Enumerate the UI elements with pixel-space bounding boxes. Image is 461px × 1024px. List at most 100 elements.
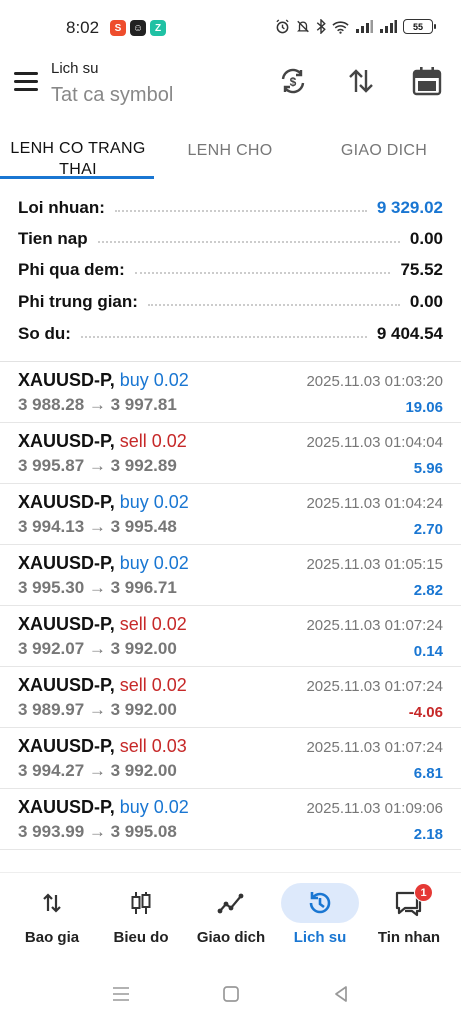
- trade-row[interactable]: XAUUSD-P, sell 0.02 3 992.07 → 3 992.00 …: [0, 606, 461, 667]
- symbol-filter[interactable]: Tat ca symbol: [51, 84, 173, 107]
- trade-side: buy 0.02: [119, 553, 189, 573]
- trade-time: 2025.11.03 01:04:04: [306, 434, 443, 451]
- tab-bar: LENH CO TRANG THAI LENH CHO GIAO DICH: [0, 138, 461, 180]
- trade-time: 2025.11.03 01:07:24: [306, 678, 443, 695]
- shopee-app-icon: S: [110, 20, 126, 36]
- messenger-app-icon: ☺: [130, 20, 146, 36]
- trade-symbol: XAUUSD-P, sell 0.02: [18, 614, 187, 635]
- currency-sync-button[interactable]: $: [276, 64, 310, 98]
- symbol-text: XAUUSD-P,: [18, 431, 115, 451]
- tab-deals[interactable]: GIAO DICH: [314, 140, 454, 182]
- home-icon: [223, 986, 239, 1002]
- trade-side: buy 0.02: [119, 370, 189, 390]
- symbol-text: XAUUSD-P,: [18, 797, 115, 817]
- nav-icon-wrap: [192, 883, 270, 923]
- nav-quotes[interactable]: Bao gia: [6, 873, 98, 963]
- bluetooth-icon: [316, 19, 326, 34]
- nav-label: Lich su: [293, 929, 347, 946]
- trade-side: sell 0.03: [119, 736, 187, 756]
- summary-label: Loi nhuan:: [18, 198, 105, 217]
- trade-row[interactable]: XAUUSD-P, sell 0.02 3 989.97 → 3 992.00 …: [0, 667, 461, 728]
- symbol-text: XAUUSD-P,: [18, 553, 115, 573]
- alarm-icon: [275, 19, 290, 34]
- trade-row[interactable]: XAUUSD-P, buy 0.02 3 988.28 → 3 997.81 2…: [0, 362, 461, 423]
- recents-icon: [113, 987, 129, 1001]
- leader-dots: [147, 304, 400, 306]
- row-divider: [0, 849, 461, 850]
- trade-side: sell 0.02: [119, 431, 187, 451]
- tab-label: GIAO DICH: [340, 142, 428, 159]
- trade-profit: 0.14: [413, 643, 443, 660]
- trade-time: 2025.11.03 01:09:06: [306, 800, 443, 817]
- symbol-text: XAUUSD-P,: [18, 675, 115, 695]
- mute-icon: [296, 19, 310, 34]
- trade-time: 2025.11.03 01:04:24: [306, 495, 443, 512]
- trade-prices: 3 993.99 → 3 995.08: [18, 822, 177, 841]
- trade-time: 2025.11.03 01:07:24: [306, 617, 443, 634]
- trade-side: sell 0.02: [119, 614, 187, 634]
- calendar-icon: [412, 67, 442, 96]
- trade-row[interactable]: XAUUSD-P, sell 0.02 3 995.87 → 3 992.89 …: [0, 423, 461, 484]
- recents-button[interactable]: [109, 984, 133, 1004]
- status-app-icons: S ☺ Z: [110, 20, 166, 36]
- trade-profit: 6.81: [413, 765, 443, 782]
- trade-time: 2025.11.03 01:07:24: [306, 739, 443, 756]
- trade-time: 2025.11.03 01:05:15: [306, 556, 443, 573]
- home-button[interactable]: [219, 984, 243, 1004]
- nav-history[interactable]: Lich su: [274, 873, 366, 963]
- trade-prices: 3 992.07 → 3 992.00: [18, 639, 177, 658]
- trade-prices: 3 995.87 → 3 992.89: [18, 456, 177, 475]
- trade-prices: 3 994.27 → 3 992.00: [18, 761, 177, 780]
- zalo-app-icon: Z: [150, 20, 166, 36]
- bottom-navigation: Bao gia Bieu do Giao dich Lich su 1 Tin …: [0, 872, 461, 962]
- symbol-text: XAUUSD-P,: [18, 736, 115, 756]
- summary-row-swap: Phi qua dem: 75.52: [18, 254, 443, 286]
- summary-row-deposit: Tien nap 0.00: [18, 223, 443, 255]
- trade-row[interactable]: XAUUSD-P, buy 0.02 3 993.99 → 3 995.08 2…: [0, 789, 461, 850]
- trade-profit: 19.06: [405, 399, 443, 416]
- tab-label: LENH CHO: [187, 142, 273, 159]
- trade-profit: 5.96: [413, 460, 443, 477]
- summary-label: So du:: [18, 324, 71, 343]
- trade-profit: 2.70: [413, 521, 443, 538]
- status-indicators: 55: [275, 19, 436, 34]
- trade-symbol: XAUUSD-P, sell 0.02: [18, 675, 187, 696]
- nav-label: Bieu do: [113, 929, 169, 946]
- calendar-button[interactable]: [410, 64, 444, 98]
- trade-row[interactable]: XAUUSD-P, sell 0.03 3 994.27 → 3 992.00 …: [0, 728, 461, 789]
- symbol-text: XAUUSD-P,: [18, 614, 115, 634]
- nav-chart[interactable]: Bieu do: [95, 873, 187, 963]
- summary-row-commission: Phi trung gian: 0.00: [18, 286, 443, 318]
- nav-label: Bao gia: [24, 929, 80, 946]
- svg-text:$: $: [290, 75, 297, 89]
- history-icon: [309, 892, 331, 914]
- nav-trade[interactable]: Giao dich: [185, 873, 277, 963]
- menu-button[interactable]: [14, 72, 38, 92]
- symbol-text: XAUUSD-P,: [18, 492, 115, 512]
- back-icon: [335, 986, 347, 1002]
- trade-side: sell 0.02: [119, 675, 187, 695]
- tab-label: LENH CO TRANG THAI: [10, 140, 146, 178]
- tab-orders[interactable]: LENH CHO: [160, 140, 300, 182]
- leader-dots: [97, 241, 400, 243]
- summary-label: Phi trung gian:: [18, 292, 138, 311]
- summary-label: Tien nap: [18, 229, 88, 248]
- menu-icon-bar: [14, 72, 38, 75]
- back-button[interactable]: [329, 984, 353, 1004]
- sort-button[interactable]: [344, 64, 378, 98]
- summary-value: 9 329.02: [376, 198, 443, 217]
- nav-messages[interactable]: 1 Tin nhan: [363, 873, 455, 963]
- trade-profit: -4.06: [408, 704, 443, 721]
- nav-icon-wrap: [13, 883, 91, 923]
- trade-row[interactable]: XAUUSD-P, buy 0.02 3 994.13 → 3 995.48 2…: [0, 484, 461, 545]
- summary-row-profit: Loi nhuan: 9 329.02: [18, 192, 443, 224]
- trade-symbol: XAUUSD-P, buy 0.02: [18, 370, 189, 391]
- unread-badge: 1: [414, 883, 433, 902]
- trade-prices: 3 994.13 → 3 995.48: [18, 517, 177, 536]
- trade-row[interactable]: XAUUSD-P, buy 0.02 3 995.30 → 3 996.71 2…: [0, 545, 461, 606]
- status-time: 8:02: [66, 18, 100, 37]
- wifi-icon: [332, 20, 349, 34]
- tab-positions[interactable]: LENH CO TRANG THAI: [6, 138, 150, 180]
- trade-prices: 3 989.97 → 3 992.00: [18, 700, 177, 719]
- trade-prices: 3 995.30 → 3 996.71: [18, 578, 177, 597]
